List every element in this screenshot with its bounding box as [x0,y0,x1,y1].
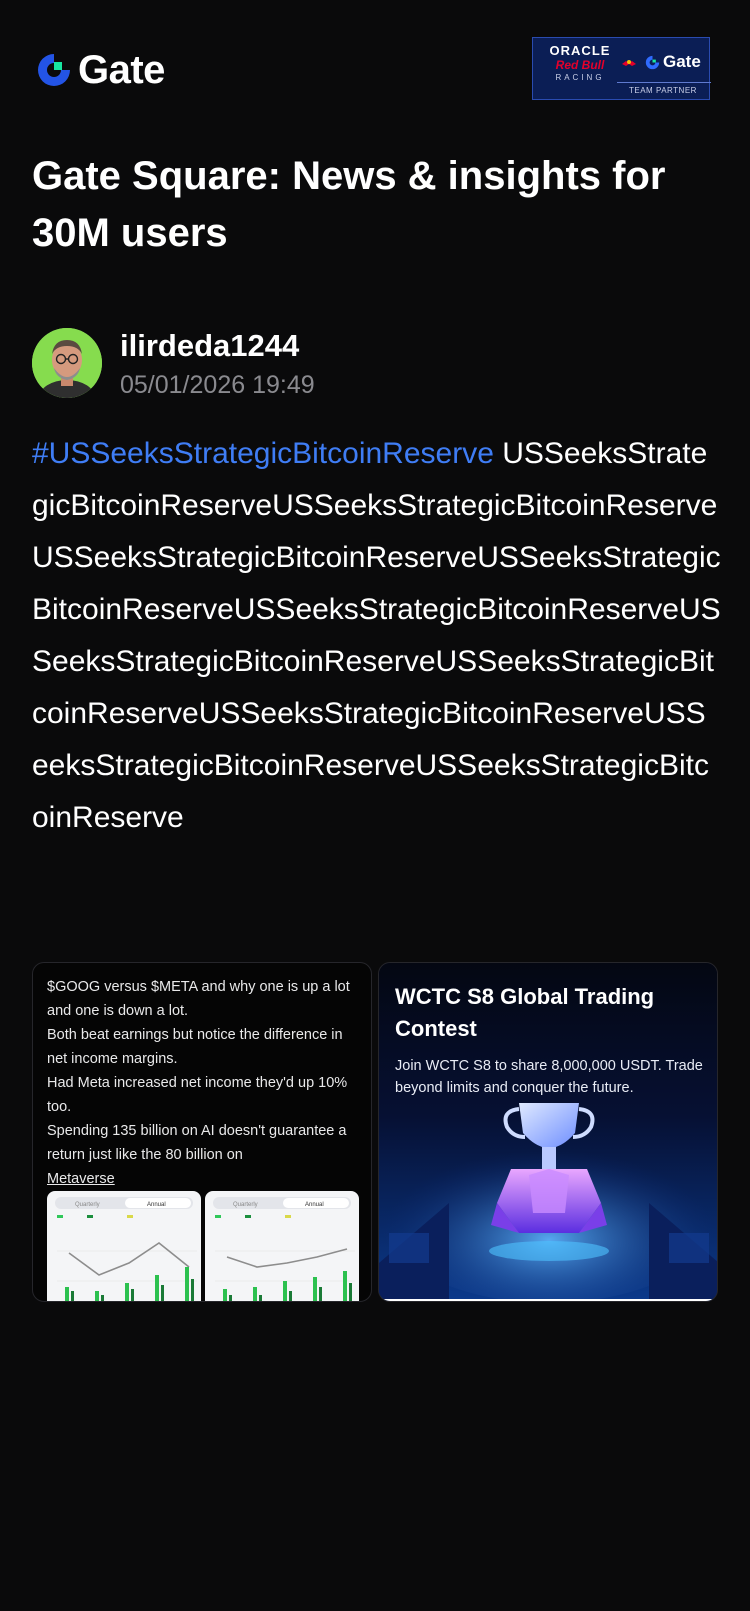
post-text: USSeeksStrategicBitcoinReserveUSSeeksStr… [32,437,721,834]
partner-oracle: ORACLE [549,43,611,58]
header: Gate ORACLE Red Bull RACING Gate TEAM PA… [0,0,750,130]
avatar-image [32,328,102,398]
post-hashtag[interactable]: #USSeeksStrategicBitcoinReserve [32,437,494,470]
partner-redbull: Red Bull [555,58,605,72]
media-row: $GOOG versus $META and why one is up a l… [32,962,718,1302]
chart-pane-meta: Quarterly Annual [205,1191,359,1301]
tweet-line: Had Meta increased net income they'd up … [47,1075,348,1115]
chart-tab-quarterly: Quarterly [75,1202,100,1208]
media-image-promo[interactable]: WCTC S8 Global Trading Contest Join WCTC… [378,962,718,1302]
chart-tab-annual: Annual [147,1202,166,1208]
author-name[interactable]: ilirdeda1244 [120,328,299,364]
post-timestamp: 05/01/2026 19:49 [120,371,315,399]
gate-logo[interactable]: Gate [36,48,165,92]
gate-mini-icon [645,55,660,69]
post-author[interactable]: ilirdeda1244 05/01/2026 19:49 [32,328,722,399]
avatar[interactable] [32,328,102,398]
post-body: #USSeeksStrategicBitcoinReserve USSeeksS… [32,428,722,844]
chart-pane-goog: Quarterly Annual [47,1191,201,1301]
chart-tab-annual: Annual [305,1202,324,1208]
tweet-link: Metaverse [47,1171,115,1187]
partner-racing: RACING [555,73,605,82]
page-title: Gate Square: News & insights for 30M use… [32,154,666,255]
tweet-screenshot-text: $GOOG versus $META and why one is up a l… [47,975,359,1191]
tweet-charts: Quarterly Annual Quarterly Annual [47,1191,359,1301]
gate-logo-icon [38,54,70,86]
partner-divider [617,82,711,83]
partner-badge: ORACLE Red Bull RACING Gate TEAM PARTNER [532,37,711,100]
media-image-tweet[interactable]: $GOOG versus $META and why one is up a l… [32,962,372,1302]
tweet-line: $GOOG versus $META and why one is up a l… [47,979,350,1019]
chart-tab-quarterly: Quarterly [233,1202,258,1208]
tweet-line: Both beat earnings but notice the differ… [47,1027,343,1067]
partner-gate-text: Gate [663,52,701,71]
red-bull-icon [622,60,636,66]
promo-subtitle: Join WCTC S8 to share 8,000,000 USDT. Tr… [395,1058,703,1096]
trophy-icon [379,1103,717,1301]
logo-text: Gate [78,48,165,92]
team-partner-caption: TEAM PARTNER [629,86,697,95]
partner-gate: Gate [645,52,701,72]
promo-title: WCTC S8 Global Trading Contest [395,984,655,1041]
tweet-line: Spending 135 billion on AI doesn't guara… [47,1123,347,1163]
